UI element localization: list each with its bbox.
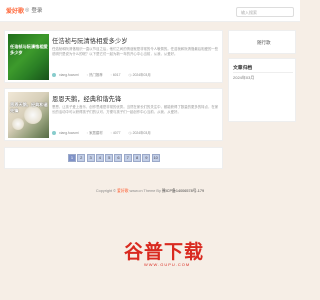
top-navbar: 爱好歌 ◎ 登录 [0, 0, 300, 22]
page-link[interactable]: 2 [77, 154, 86, 162]
post-author[interactable]: xiang.fuwumi [52, 72, 79, 77]
archive-heading: 文章归档 [233, 66, 253, 71]
theme-credit: www.cn Theme By [129, 189, 161, 193]
category-name: 热门推荐 [89, 73, 103, 77]
watermark-subtext: WWW.GUPU.COM [144, 262, 191, 267]
post-meta: xiang.fuwumi ▫ 热门推荐 ◦ 6017 ◷ 2024年03月 [52, 72, 151, 77]
footer-site-link[interactable]: 爱好歌 [117, 189, 128, 193]
avatar [52, 130, 56, 135]
page-link[interactable]: 7 [123, 154, 132, 162]
post-thumbnail[interactable]: 任浩祯与阮清恪相爱多少岁 [8, 34, 49, 80]
post-date: ◷ 2024年03月 [128, 72, 151, 78]
page-link[interactable]: 1 [68, 154, 76, 162]
author-name: xiang.fuwumi [59, 130, 79, 135]
views-count: 6017 [112, 72, 121, 77]
site-logo[interactable]: 爱好歌 [6, 6, 24, 15]
post-author[interactable]: xiang.fuwumi [52, 130, 79, 135]
post-excerpt: 任浩祯和阮清恪相识一直以节目之后，他们之间的情谊就是非常的令人敬佩的。任浩祯和阮… [52, 47, 219, 56]
post-category[interactable]: ▫ 家居建材 [86, 130, 103, 136]
icp-link[interactable]: 豫ICP备14006578号-179 [162, 189, 204, 193]
page-link[interactable]: 4 [95, 154, 104, 162]
date-text: 2024年03月 [132, 73, 151, 77]
post-date: ◷ 2024年03月 [128, 130, 151, 136]
folder-icon: ▫ [86, 130, 89, 135]
post-views: ◦ 6017 [111, 73, 121, 77]
post-card[interactable]: 任浩祯与阮清恪相爱多少岁 任浩祯与阮清恪相爱多少岁 任浩祯和阮清恪相识一直以节目… [4, 30, 223, 83]
post-thumbnail[interactable]: 恩恩天鹅，经典和谐先锋 [8, 92, 49, 138]
eye-icon: ◦ [110, 72, 112, 77]
copyright-text: Copyright © [95, 189, 116, 193]
category-name: 家居建材 [89, 131, 103, 135]
archive-widget: 文章归档 2024年03月 [228, 58, 296, 122]
sidebar-box: 随行歌 [228, 30, 296, 54]
flower-shape [12, 118, 24, 130]
user-icon: ◎ [25, 7, 30, 13]
post-card[interactable]: 恩恩天鹅，经典和谐先锋 恩恩天鹅，经典和谐先锋 恩恩，让孩子爱上音乐，创作思维是… [4, 88, 223, 141]
clock-icon: ◷ [128, 72, 132, 77]
page-link[interactable]: 8 [133, 154, 142, 162]
page-link[interactable]: 6 [114, 154, 123, 162]
archive-link[interactable]: 2024年03月 [233, 75, 254, 81]
post-excerpt: 恩恩，让孩子爱上音乐，创作思维是非常的优秀。当然在家长们的关注中，都能获得了数量… [52, 105, 219, 114]
watermark-logo: 谷普下载 WWW.GUPU.COM [124, 237, 224, 267]
login-link[interactable]: ◎ 登录 [25, 6, 42, 14]
page-links: 1 2 3 4 5 6 7 8 9 10 [68, 154, 160, 162]
post-meta: xiang.fuwumi ▫ 家居建材 ◦ 4077 ◷ 2024年03月 [52, 130, 151, 135]
page-link[interactable]: 10 [151, 154, 160, 162]
login-label: 登录 [31, 8, 43, 14]
post-title[interactable]: 恩恩天鹅，经典和谐先锋 [52, 94, 121, 103]
post-title[interactable]: 任浩祯与阮清恪相爱多少岁 [52, 36, 128, 45]
thumbnail-caption: 恩恩天鹅，经典和谐先锋 [10, 102, 48, 113]
thumbnail-caption: 任浩祯与阮清恪相爱多少岁 [10, 44, 48, 55]
author-name: xiang.fuwumi [59, 72, 79, 77]
date-text: 2024年03月 [132, 131, 151, 135]
avatar [52, 72, 56, 77]
eye-icon: ◦ [110, 130, 112, 135]
folder-icon: ▫ [86, 72, 89, 77]
page-link[interactable]: 5 [105, 154, 114, 162]
post-category[interactable]: ▫ 热门推荐 [86, 72, 103, 78]
clock-icon: ◷ [128, 130, 132, 135]
footer: Copyright © 爱好歌 www.cn Theme By 豫ICP备140… [0, 189, 300, 194]
search-input[interactable] [236, 7, 294, 17]
views-count: 4077 [112, 130, 121, 135]
post-views: ◦ 4077 [111, 131, 121, 135]
divider [233, 72, 293, 73]
watermark-text: 谷普下载 [124, 241, 205, 263]
page-link[interactable]: 3 [86, 154, 95, 162]
sidebar-box-title[interactable]: 随行歌 [257, 40, 271, 46]
page-link[interactable]: 9 [142, 154, 151, 162]
pagination: 1 2 3 4 5 6 7 8 9 10 [4, 147, 223, 169]
